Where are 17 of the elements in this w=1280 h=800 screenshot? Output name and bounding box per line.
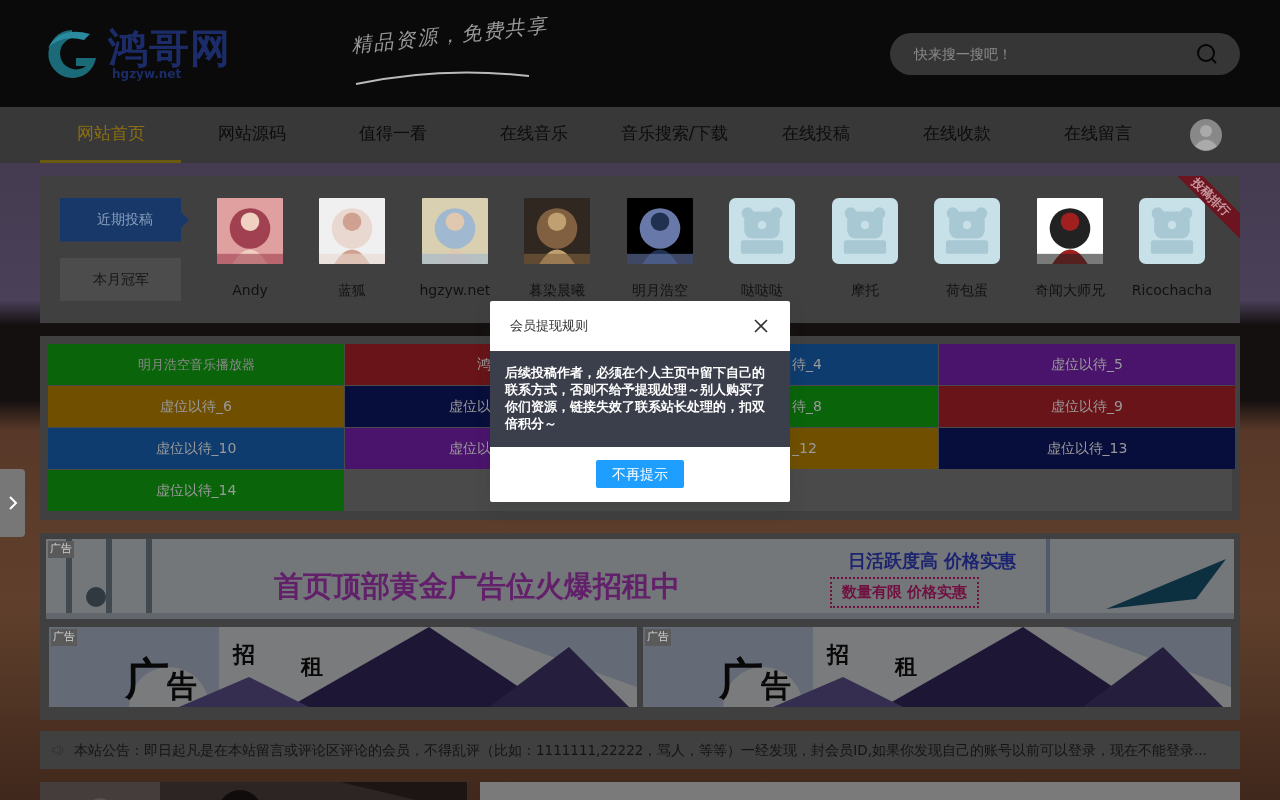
ad-slogan-char: 招	[233, 643, 255, 665]
ad-subtitle: 日活跃度高 价格实惠	[848, 549, 1017, 573]
ad-headline: 首页顶部黄金广告位火爆招租中	[274, 568, 680, 605]
ad-slogan-char: 广	[125, 657, 169, 701]
ad-slogan-char: 告	[761, 671, 791, 701]
ad-subtitle: 数量有限 价格实惠	[830, 577, 980, 608]
ad-slogan-char: 告	[167, 671, 197, 701]
ad-slogan-char: 广	[719, 657, 763, 701]
ad-slogan-char: 租	[301, 655, 323, 677]
logo-domain: hgzyw.net	[112, 67, 182, 80]
ad-slogan-char: 招	[827, 643, 849, 665]
ad-tag: 广告	[645, 629, 671, 646]
slogan: 精品资源，免费共享	[349, 11, 551, 59]
modal-title: 会员提现规则	[510, 317, 588, 336]
ad-tag: 广告	[51, 629, 77, 646]
ad-tag: 广告	[48, 541, 74, 558]
ad-slogan-char: 租	[895, 655, 917, 677]
